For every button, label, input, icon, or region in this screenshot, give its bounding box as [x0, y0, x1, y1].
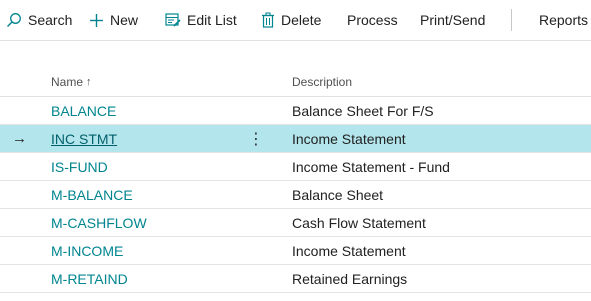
search-button[interactable]: Search — [6, 0, 72, 40]
toolbar-divider — [511, 9, 512, 31]
row-name-link[interactable]: M-CASHFLOW — [51, 209, 147, 236]
column-header-description-label: Description — [292, 75, 353, 89]
table-header: Name ↑ Description — [0, 68, 591, 97]
column-header-description[interactable]: Description — [292, 68, 352, 96]
row-actions-icon[interactable]: ⋮ — [248, 125, 264, 152]
edit-list-icon — [165, 12, 181, 28]
row-name-link[interactable]: IS-FUND — [51, 153, 108, 180]
delete-button[interactable]: Delete — [261, 0, 321, 40]
table-row[interactable]: IS-FUND Income Statement - Fund — [0, 153, 591, 181]
row-description: Income Statement - Fund — [292, 158, 450, 175]
edit-list-button[interactable]: Edit List — [165, 0, 237, 40]
print-send-menu[interactable]: Print/Send — [420, 0, 485, 40]
row-name-link[interactable]: M-BALANCE — [51, 181, 133, 208]
search-icon — [6, 12, 22, 28]
table-row[interactable]: M-CASHFLOW Cash Flow Statement — [0, 209, 591, 237]
new-label: New — [110, 12, 139, 28]
row-name-link[interactable]: INC STMT — [51, 125, 117, 152]
process-label: Process — [347, 12, 398, 28]
row-name-link[interactable]: M-RETAIND — [51, 265, 128, 292]
row-selected-arrow-icon: → — [12, 130, 27, 147]
search-label: Search — [28, 12, 73, 28]
process-menu[interactable]: Process — [347, 0, 398, 40]
reports-menu[interactable]: Reports — [539, 0, 588, 40]
new-button[interactable]: New — [89, 0, 138, 40]
print-send-label: Print/Send — [420, 12, 486, 28]
table-row[interactable]: M-BALANCE Balance Sheet — [0, 181, 591, 209]
row-name-link[interactable]: M-INCOME — [51, 237, 123, 264]
row-description: Cash Flow Statement — [292, 214, 426, 231]
row-description: Balance Sheet — [292, 186, 384, 203]
table-row[interactable]: → ⋮ INC STMT Income Statement — [0, 125, 591, 153]
column-header-name[interactable]: Name ↑ — [51, 68, 92, 96]
row-description: Income Statement — [292, 130, 406, 147]
table-row[interactable]: BALANCE Balance Sheet For F/S — [0, 97, 591, 125]
table-row[interactable]: M-RETAIND Retained Earnings — [0, 265, 591, 293]
sort-ascending-icon: ↑ — [86, 76, 92, 88]
delete-label: Delete — [281, 12, 322, 28]
row-description: Retained Earnings — [292, 270, 408, 287]
row-name-link[interactable]: BALANCE — [51, 97, 116, 124]
row-description: Balance Sheet For F/S — [292, 102, 434, 119]
plus-icon — [89, 13, 104, 28]
table-row[interactable]: M-INCOME Income Statement — [0, 237, 591, 265]
column-header-name-label: Name — [51, 75, 84, 89]
row-description: Income Statement — [292, 242, 406, 259]
action-bar: Search New Edit List Delete Process Prin… — [0, 0, 591, 41]
reports-label: Reports — [539, 12, 589, 28]
trash-icon — [261, 12, 275, 28]
edit-list-label: Edit List — [187, 12, 237, 28]
